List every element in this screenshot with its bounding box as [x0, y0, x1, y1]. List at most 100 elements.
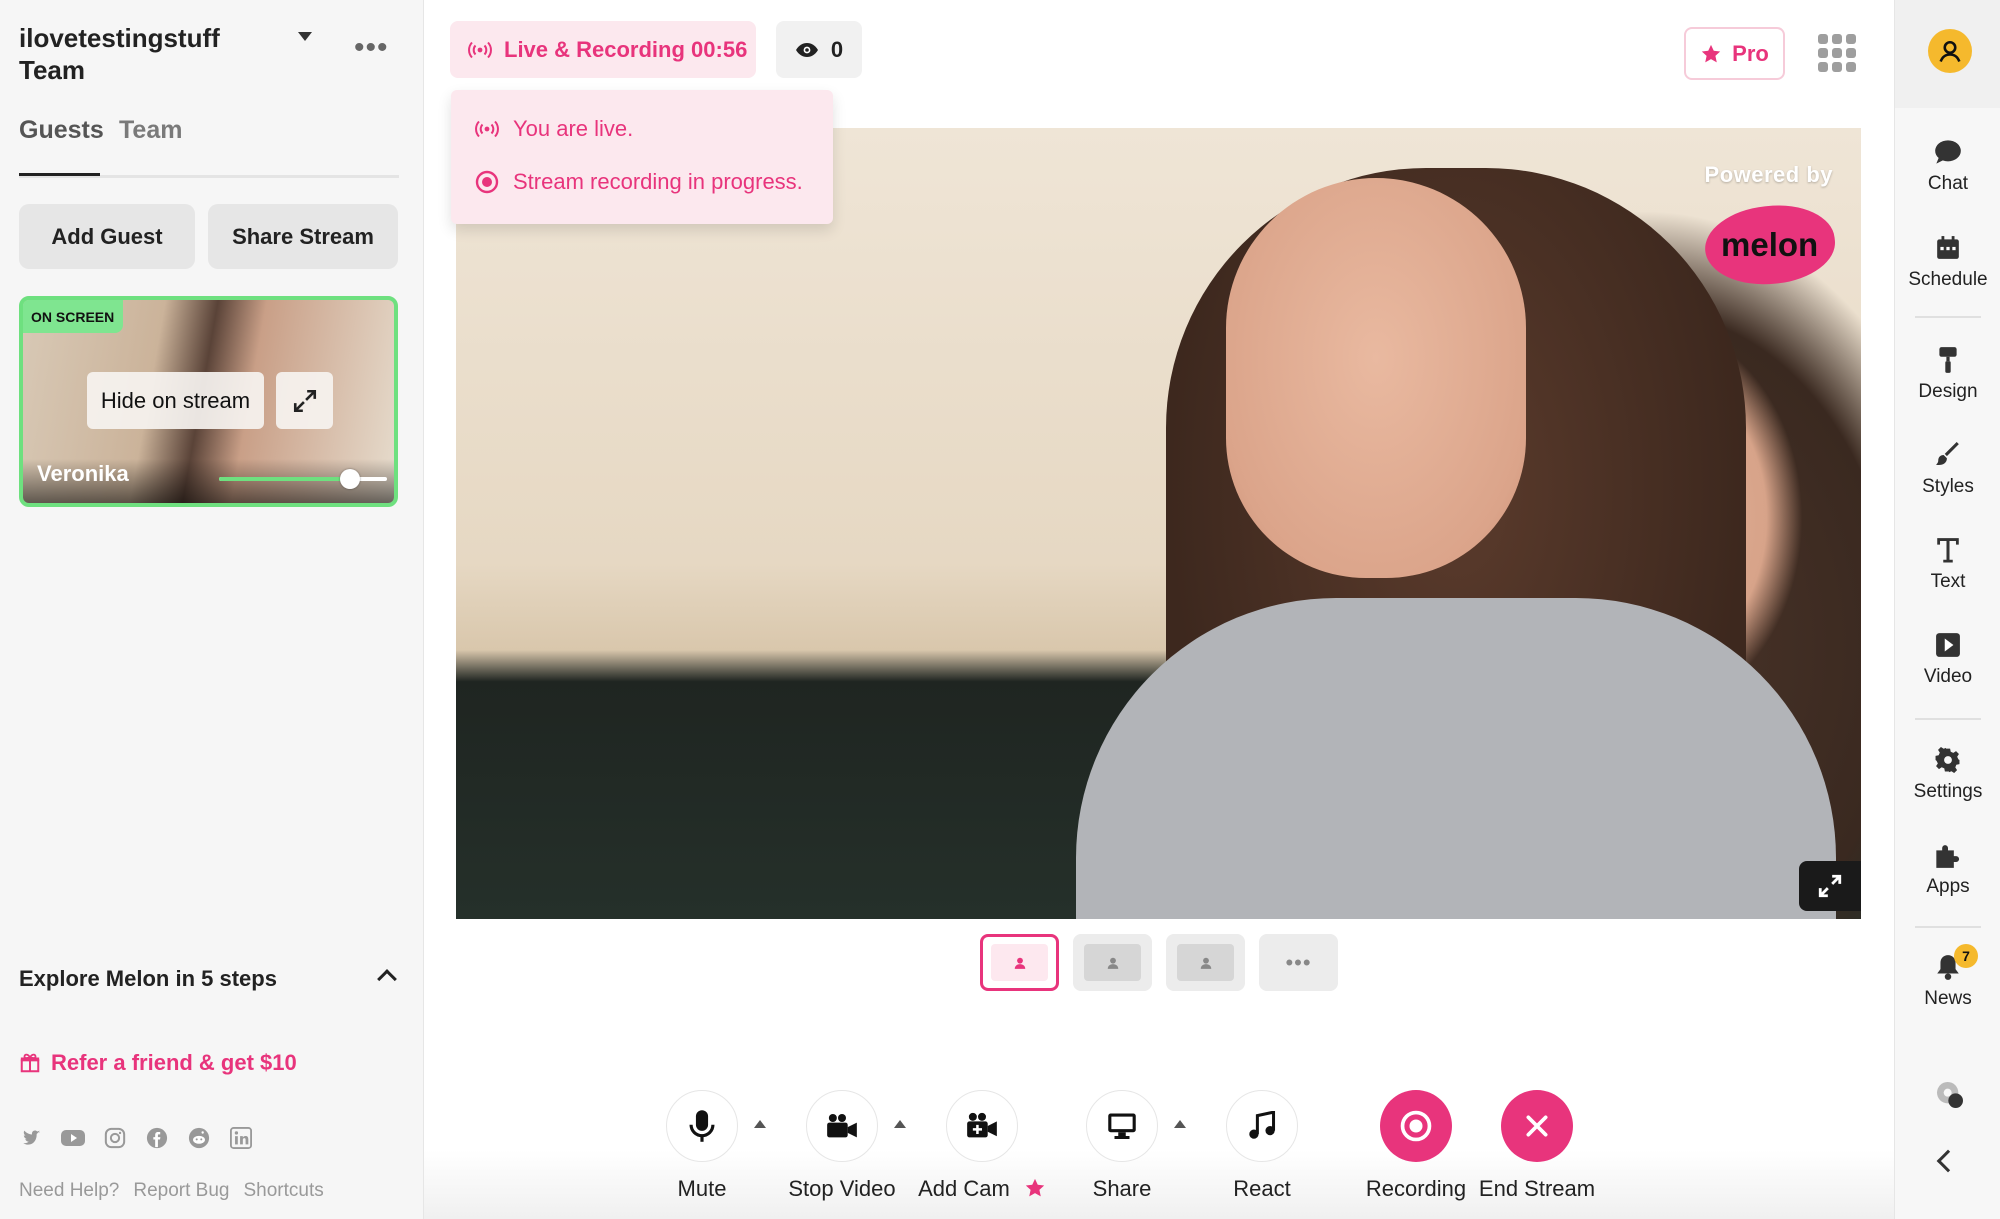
live-status-pill[interactable]: Live & Recording 00:56	[450, 21, 756, 78]
rail-schedule[interactable]: Schedule	[1895, 233, 2000, 291]
more-options-icon[interactable]: •••	[354, 33, 389, 63]
rail-apps[interactable]: Apps	[1895, 840, 2000, 898]
rail-chat-label: Chat	[1927, 173, 1969, 194]
share-label: Share	[1092, 1176, 1152, 1201]
video-options-caret-icon[interactable]	[894, 1120, 906, 1128]
rail-text-label: Text	[1930, 571, 1966, 592]
rail-news[interactable]: 7 News	[1895, 944, 2000, 1010]
share-options-caret-icon[interactable]	[1174, 1120, 1186, 1128]
add-cam-control[interactable]: Add Cam	[912, 1090, 1052, 1202]
shortcuts-link[interactable]: Shortcuts	[243, 1180, 323, 1202]
viewer-count-value: 0	[830, 36, 844, 62]
layout-more-button[interactable]: •••	[1259, 934, 1338, 991]
user-avatar[interactable]	[1928, 29, 1972, 73]
record-icon[interactable]	[1380, 1090, 1452, 1162]
rail-chat[interactable]: Chat	[1895, 137, 2000, 195]
paint-roller-icon	[1939, 347, 1957, 373]
instagram-icon[interactable]	[103, 1126, 127, 1150]
monitor-icon[interactable]	[1086, 1090, 1158, 1162]
record-dot-icon	[475, 170, 499, 194]
guest-card[interactable]: ON SCREEN Hide on stream Veronika	[19, 296, 398, 507]
expand-icon[interactable]	[276, 372, 333, 429]
live-row: You are live.	[475, 116, 633, 142]
mute-control[interactable]: Mute	[632, 1090, 772, 1202]
layout-single[interactable]	[980, 934, 1059, 991]
rail-text[interactable]: Text	[1895, 535, 2000, 593]
rail-divider	[1915, 926, 1981, 928]
layout-option-2[interactable]	[1073, 934, 1152, 991]
team-dropdown-caret-icon[interactable]	[298, 32, 312, 41]
melon-logo-text: melon	[1721, 226, 1819, 263]
microphone-icon[interactable]	[666, 1090, 738, 1162]
stop-video-control[interactable]: Stop Video	[772, 1090, 912, 1202]
fullscreen-icon[interactable]	[1799, 861, 1861, 911]
recording-control[interactable]: Recording	[1346, 1090, 1486, 1202]
melon-studio-app: ilovetestingstuff Team ••• Guests Team A…	[0, 0, 2000, 1219]
stop-video-label: Stop Video	[788, 1176, 896, 1201]
close-icon[interactable]	[1501, 1090, 1573, 1162]
share-control[interactable]: Share	[1052, 1090, 1192, 1202]
twitter-icon[interactable]	[19, 1126, 43, 1150]
rail-settings[interactable]: Settings	[1895, 745, 2000, 803]
broadcast-icon	[475, 120, 499, 138]
linkedin-icon[interactable]	[229, 1126, 253, 1150]
more-icon: •••	[1285, 949, 1312, 975]
play-icon	[1936, 633, 1960, 657]
refer-friend-link[interactable]: Refer a friend & get $10	[19, 1050, 297, 1076]
reddit-icon[interactable]	[187, 1126, 211, 1150]
explore-steps-label[interactable]: Explore Melon in 5 steps	[19, 966, 277, 992]
right-rail: Chat Schedule Design Styles Text Video S…	[1894, 0, 2000, 1219]
settings-status-icon[interactable]	[1933, 1078, 1965, 1115]
report-bug-link[interactable]: Report Bug	[133, 1180, 229, 1202]
volume-thumb[interactable]	[340, 469, 361, 489]
rail-design[interactable]: Design	[1895, 345, 2000, 403]
collapse-rail-chevron-icon[interactable]	[1936, 1149, 1960, 1173]
tab-guests[interactable]: Guests	[19, 116, 104, 145]
calendar-icon	[1937, 236, 1959, 259]
rail-apps-label: Apps	[1926, 876, 1970, 897]
mute-options-caret-icon[interactable]	[754, 1120, 766, 1128]
chevron-up-icon[interactable]	[377, 969, 397, 989]
youtube-icon[interactable]	[61, 1126, 85, 1150]
tab-team[interactable]: Team	[119, 116, 182, 145]
gear-icon	[1935, 747, 1960, 773]
stream-preview[interactable]: Powered by melon	[456, 128, 1861, 919]
refer-friend-label: Refer a friend & get $10	[51, 1050, 297, 1075]
add-camera-icon[interactable]	[946, 1090, 1018, 1162]
end-stream-control[interactable]: End Stream	[1467, 1090, 1607, 1202]
live-text: You are live.	[513, 116, 634, 141]
team-name[interactable]: ilovetestingstuff Team	[19, 22, 259, 86]
eye-icon	[795, 42, 818, 57]
rail-styles-label: Styles	[1922, 476, 1974, 497]
chat-icon	[1935, 140, 1961, 164]
guest-volume-slider[interactable]	[219, 469, 387, 489]
add-guest-button[interactable]: Add Guest	[19, 204, 195, 269]
music-note-icon[interactable]	[1226, 1090, 1298, 1162]
social-links	[19, 1126, 253, 1150]
star-icon	[1025, 1178, 1045, 1197]
react-control[interactable]: React	[1192, 1090, 1332, 1202]
rail-video[interactable]: Video	[1895, 630, 2000, 688]
need-help-link[interactable]: Need Help?	[19, 1180, 119, 1202]
end-stream-label: End Stream	[1478, 1176, 1596, 1201]
apps-grid-icon[interactable]	[1818, 34, 1856, 72]
camera-icon[interactable]	[806, 1090, 878, 1162]
volume-fill	[219, 477, 351, 481]
melon-logo: melon	[1701, 199, 1839, 291]
mute-label: Mute	[677, 1176, 727, 1201]
facebook-icon[interactable]	[145, 1126, 169, 1150]
hide-on-stream-button[interactable]: Hide on stream	[87, 372, 264, 429]
pro-button[interactable]: Pro	[1684, 27, 1785, 80]
person-icon	[1014, 957, 1025, 969]
footer-links: Need Help? Report Bug Shortcuts	[19, 1180, 324, 1202]
layout-option-3[interactable]	[1166, 934, 1245, 991]
recording-row: Stream recording in progress.	[475, 169, 803, 195]
share-stream-button[interactable]: Share Stream	[208, 204, 398, 269]
live-status-label: Live & Recording 00:56	[504, 36, 748, 62]
viewer-count[interactable]: 0	[776, 21, 862, 78]
rail-styles[interactable]: Styles	[1895, 440, 2000, 498]
rail-divider	[1915, 316, 1981, 318]
recording-label: Recording	[1365, 1176, 1467, 1201]
text-icon	[1937, 538, 1959, 563]
person-icon	[1107, 957, 1118, 969]
